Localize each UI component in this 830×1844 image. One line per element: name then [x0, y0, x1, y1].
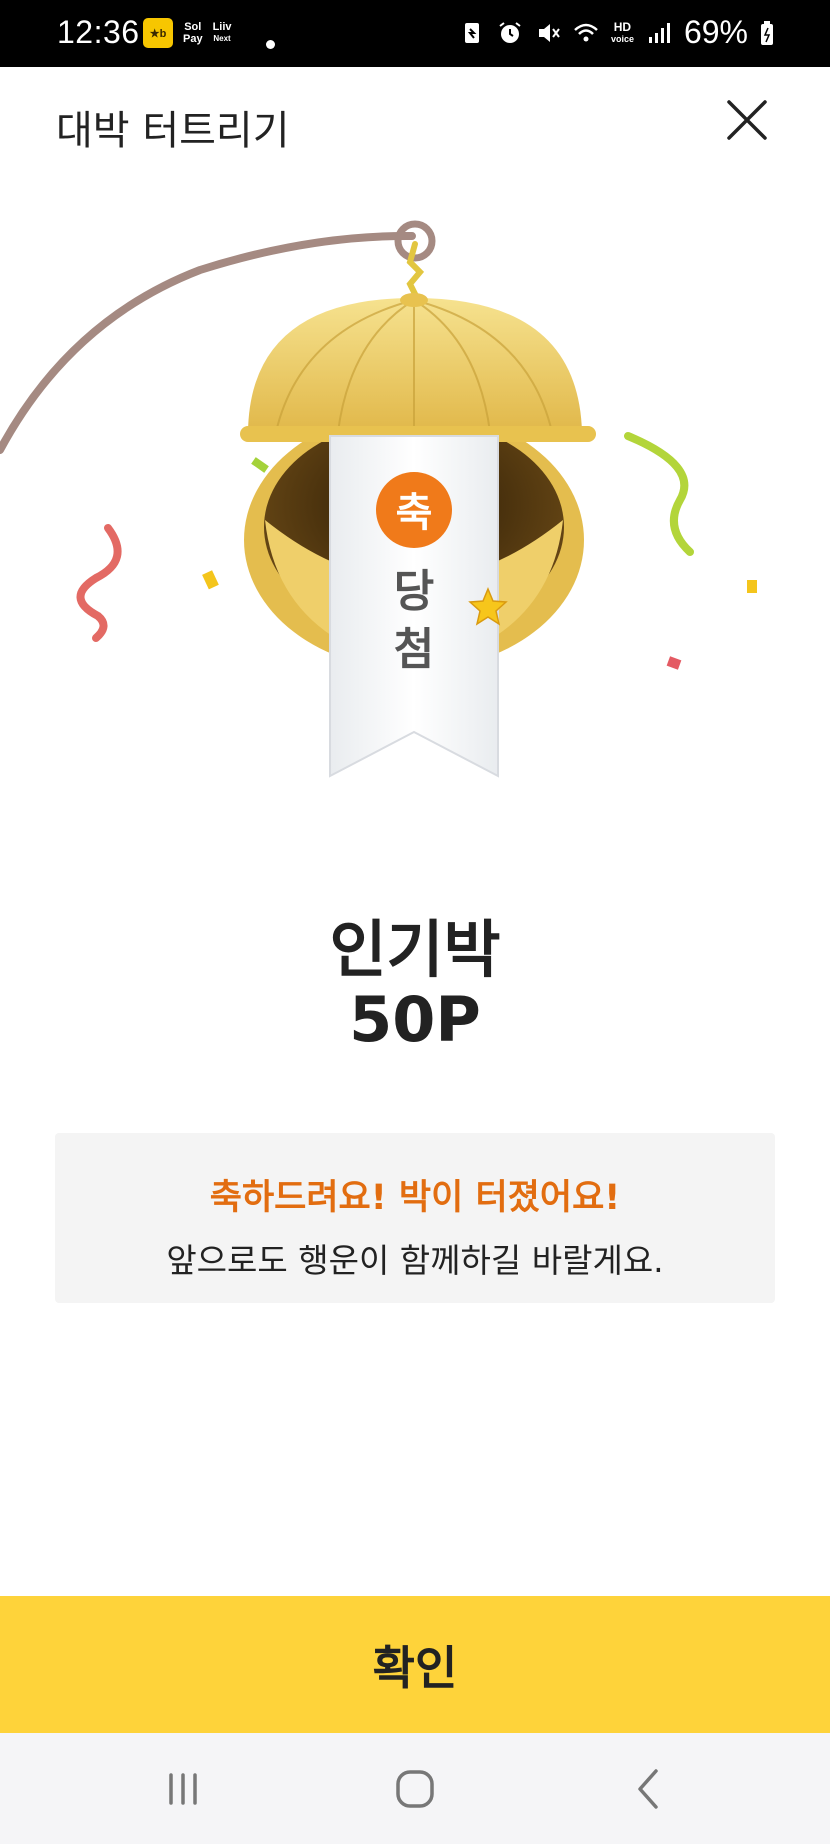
lucky-bowl-illustration: 축 당 첨: [0, 220, 757, 778]
message-box: 축하드려요! 박이 터졌어요! 앞으로도 행운이 함께하길 바랄게요.: [55, 1133, 775, 1303]
confetti-red-bit: [666, 656, 682, 670]
header: 대박 터트리기: [0, 67, 830, 177]
home-icon[interactable]: [385, 1763, 445, 1815]
battery-percent: 69%: [683, 14, 748, 50]
message-headline: 축하드려요! 박이 터졌어요!: [209, 1178, 621, 1218]
hd-voice-icon: HD voice: [610, 19, 634, 44]
reward-info: 인기박 50P: [0, 915, 830, 1055]
confetti-yellow-2: [747, 580, 757, 593]
message-subtext: 앞으로도 행운이 함께하길 바랄게요.: [166, 1241, 664, 1280]
ribbon-text-2: 첨: [394, 624, 434, 675]
reward-name: 인기박: [329, 913, 501, 986]
hook: [406, 241, 425, 299]
wifi-icon: [574, 23, 598, 41]
confetti-red-streamer: [76, 524, 122, 642]
sol-pay-icon: Sol Pay: [183, 21, 203, 45]
back-icon[interactable]: [618, 1763, 678, 1815]
recent-apps-icon[interactable]: [153, 1763, 213, 1815]
signal-icon: [648, 22, 670, 43]
mute-icon: [538, 23, 560, 42]
notification-dot: [266, 40, 275, 49]
battery-saver-icon: [464, 22, 479, 43]
confetti-green-bit: [251, 457, 269, 473]
close-icon[interactable]: [724, 97, 770, 143]
battery-icon: [761, 20, 773, 45]
reward-points: 50P: [349, 983, 481, 1056]
page-title: 대박 터트리기: [56, 108, 290, 154]
confetti-green-streamer: [624, 432, 694, 556]
ribbon-badge-text: 축: [396, 490, 433, 536]
system-icons: HD voice 69%: [459, 14, 774, 51]
ribbon-text-1: 당: [394, 566, 434, 617]
kb-app-icon: ★b: [143, 18, 173, 48]
liiv-next-icon: Liiv Next: [212, 21, 232, 43]
status-time: 12:36: [57, 14, 140, 50]
status-bar: 12:36 ★b Sol Pay Liiv Next HD voice 69%: [0, 0, 830, 67]
confetti-yellow-1: [202, 570, 219, 590]
notification-icons: ★b Sol Pay Liiv Next: [143, 18, 232, 48]
system-nav-bar: [0, 1733, 830, 1844]
alarm-icon: [499, 21, 521, 43]
confirm-button[interactable]: 확인: [0, 1596, 830, 1733]
